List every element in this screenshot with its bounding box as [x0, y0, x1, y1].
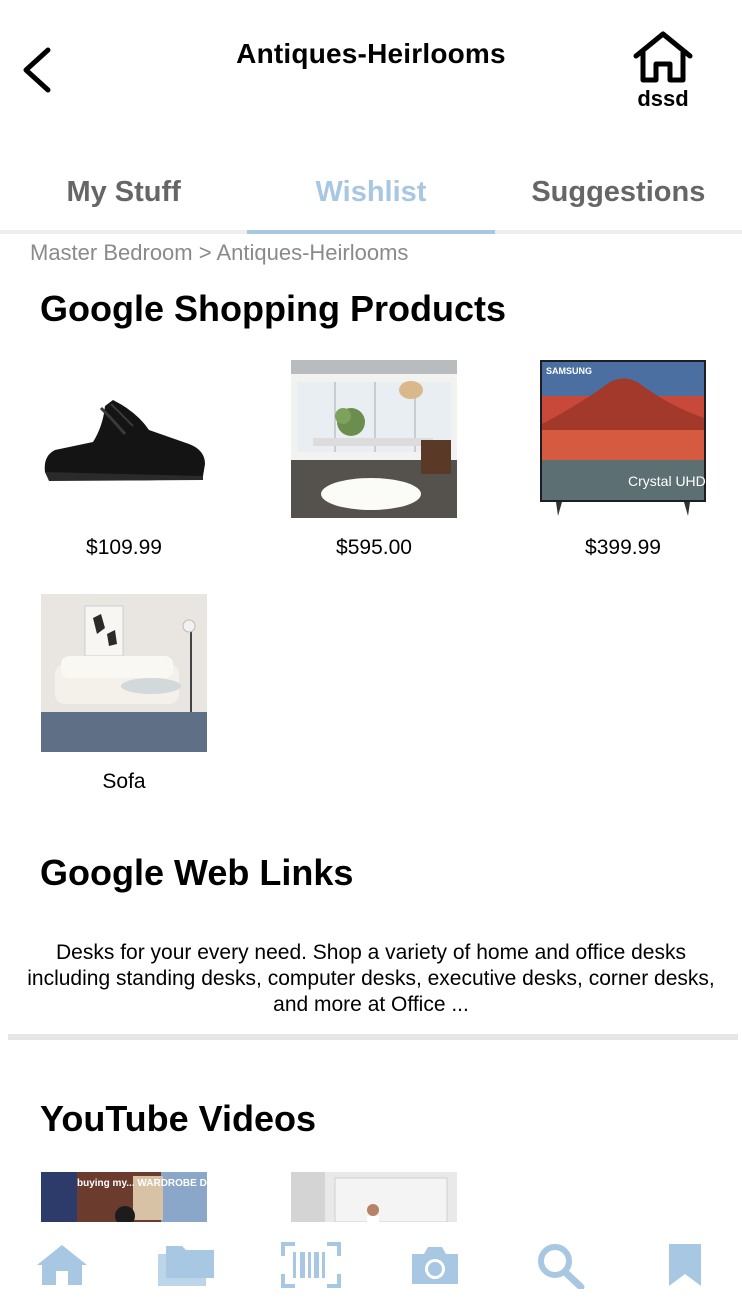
product-price: $595.00 — [336, 536, 412, 559]
tab-bar: My Stuff Wishlist Suggestions — [0, 160, 742, 234]
home-icon — [37, 1245, 87, 1285]
samsung-tv-image: SAMSUNG Crystal UHD — [540, 360, 706, 518]
bookmark-icon — [669, 1244, 701, 1286]
nav-camera[interactable] — [405, 1240, 465, 1290]
section-divider — [8, 1034, 738, 1040]
tab-wishlist[interactable]: Wishlist — [247, 160, 495, 234]
folders-icon — [158, 1246, 214, 1286]
video-thumb-text: buying my... WARDROBE DREAM — [77, 1178, 207, 1189]
nav-scan[interactable] — [281, 1240, 341, 1290]
nav-collections[interactable] — [156, 1240, 216, 1290]
sofa-image — [41, 594, 207, 752]
wardrobe-video-image: buying my... WARDROBE DREAM — [41, 1172, 207, 1222]
nav-home[interactable] — [32, 1240, 92, 1290]
barcode-icon — [281, 1242, 341, 1288]
header: Antiques-Heirlooms dssd — [0, 0, 742, 150]
dining-room-image — [291, 360, 457, 518]
product-price: $399.99 — [585, 536, 661, 559]
youtube-section-title: YouTube Videos — [40, 1098, 317, 1139]
product-card[interactable]: Sofa — [41, 594, 207, 794]
video-thumbnail[interactable]: buying my... WARDROBE DREAM — [41, 1172, 207, 1222]
product-card[interactable]: SAMSUNG Crystal UHD $399.99 — [540, 360, 706, 560]
nav-search[interactable] — [530, 1240, 590, 1290]
home-button[interactable]: dssd — [624, 30, 702, 120]
product-card[interactable]: $109.99 — [41, 360, 207, 560]
shopping-section-title: Google Shopping Products — [40, 288, 506, 329]
tv-brand-text: SAMSUNG — [546, 366, 592, 376]
video-thumbnail[interactable] — [291, 1172, 457, 1222]
camera-icon — [412, 1247, 458, 1284]
bottom-navigation — [0, 1222, 742, 1300]
product-card[interactable]: $595.00 — [291, 360, 457, 560]
web-links-section-title: Google Web Links — [40, 852, 354, 893]
room-video-image — [291, 1172, 457, 1222]
breadcrumb[interactable]: Master Bedroom > Antiques-Heirlooms — [30, 240, 408, 266]
product-name: Sofa — [102, 770, 146, 793]
product-price: $109.99 — [86, 536, 162, 559]
nav-bookmarks[interactable] — [655, 1240, 715, 1290]
tab-suggestions[interactable]: Suggestions — [495, 160, 742, 230]
web-link-snippet[interactable]: Desks for your every need. Shop a variet… — [20, 940, 722, 1018]
home-label: dssd — [637, 86, 689, 111]
search-icon — [538, 1244, 585, 1289]
house-icon — [633, 31, 693, 83]
tv-caption-text: Crystal UHD — [628, 473, 706, 489]
sneaker-image — [41, 360, 207, 518]
tab-my-stuff[interactable]: My Stuff — [0, 160, 247, 230]
